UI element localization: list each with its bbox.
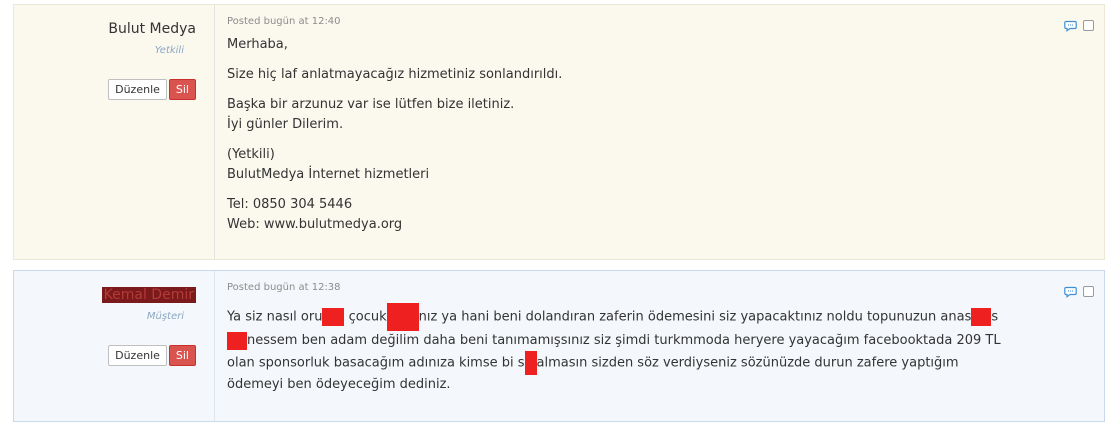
customer-reply-post: Kemal Demir Müşteri Düzenle Sil Posted b… [13,270,1105,422]
body-line: Başka bir arzunuz var ise lütfen bize il… [227,97,515,112]
body-line: (Yetkili) [227,147,275,162]
body-text: nız ya hani beni dolandıran zaferin ödem… [418,309,972,325]
post-message: Posted bugün at 12:38 Ya siz nasıl oru ç… [215,271,1104,421]
select-post-checkbox[interactable] [1083,20,1094,31]
body-line: BulutMedya İnternet hizmetleri [227,167,430,182]
body-line: Merhaba, [227,37,288,52]
author-name: Bulut Medya [108,21,196,37]
body-paragraph: (Yetkili) BulutMedya İnternet hizmetleri [227,145,1092,185]
post-tools [1064,285,1094,298]
body-text: Ya siz nasıl oru [227,309,323,325]
post-timestamp: Posted bugün at 12:38 [227,282,341,293]
redaction-block [971,308,992,326]
body-line: Tel: 0850 304 5446 [227,197,353,212]
body-paragraph: Başka bir arzunuz var ise lütfen bize il… [227,95,1092,135]
delete-button[interactable]: Sil [168,345,196,366]
author-name: Kemal Demir [101,287,196,303]
edit-button[interactable]: Düzenle [108,345,167,366]
body-line: Web: www.bulutmedya.org [227,217,403,232]
post-author-panel: Bulut Medya Yetkili Düzenle Sil [14,5,215,259]
post-tools [1064,19,1094,32]
post-author-panel: Kemal Demir Müşteri Düzenle Sil [14,271,215,421]
body-paragraph: Merhaba, [227,35,1092,55]
select-post-checkbox[interactable] [1083,286,1094,297]
ticket-thread: Bulut Medya Yetkili Düzenle Sil Posted b… [0,0,1109,426]
post-message: Posted bugün at 12:40 Merhaba, Size hiç … [215,5,1104,259]
post-actions: Düzenle Sil [108,345,196,366]
edit-button[interactable]: Düzenle [108,79,167,100]
body-paragraph: Tel: 0850 304 5446 Web: www.bulutmedya.or… [227,195,1092,235]
post-body: Ya siz nasıl oru çocuk nız ya hani beni d… [227,303,1017,395]
body-text: çocuk [344,309,387,325]
body-text: s [991,309,999,325]
author-role: Müşteri [146,311,184,322]
delete-button[interactable]: Sil [168,79,196,100]
post-body: Merhaba, Size hiç laf anlatmayacağız hiz… [227,35,1092,235]
speech-bubble-icon[interactable] [1064,19,1077,32]
author-role: Yetkili [154,45,184,56]
body-paragraph: Size hiç laf anlatmayacağız hizmetiniz s… [227,65,1092,85]
redaction-block [322,308,345,326]
body-line: İyi günler Dilerim. [227,117,344,132]
post-actions: Düzenle Sil [108,79,196,100]
post-timestamp: Posted bugün at 12:40 [227,16,341,27]
staff-reply-post: Bulut Medya Yetkili Düzenle Sil Posted b… [13,4,1105,260]
redaction-block [524,351,537,375]
speech-bubble-icon[interactable] [1064,285,1077,298]
redaction-block [386,303,419,331]
redaction-block [227,331,247,350]
body-line: Size hiç laf anlatmayacağız hizmetiniz s… [227,67,563,82]
